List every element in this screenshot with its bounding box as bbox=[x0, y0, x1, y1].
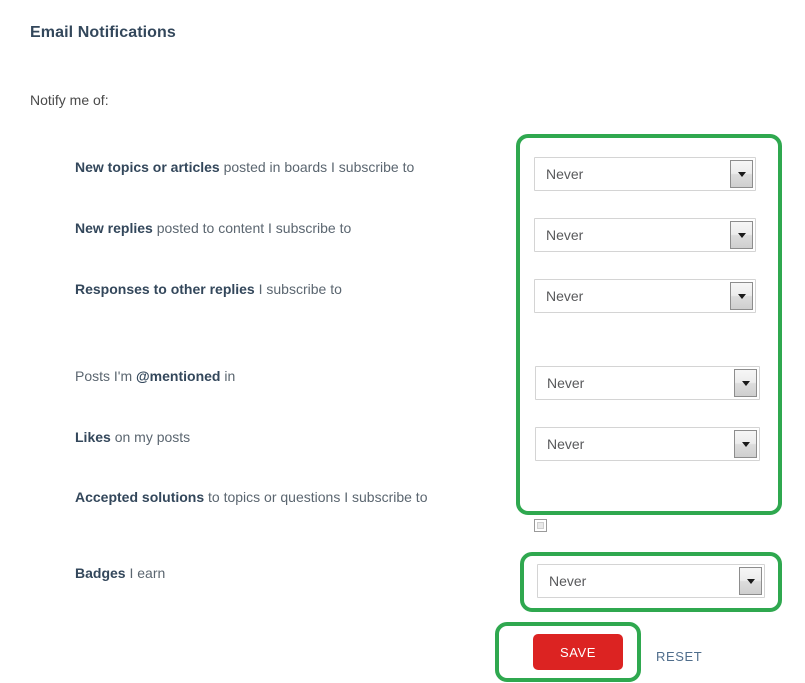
option-rest-text: to topics or questions I subscribe to bbox=[204, 489, 428, 505]
option-label-badges-i-earn: Badges I earn bbox=[75, 564, 165, 582]
select-new-replies[interactable]: Never bbox=[534, 218, 756, 252]
option-label-likes-on-my-posts: Likes on my posts bbox=[75, 428, 190, 446]
save-button[interactable]: SAVE bbox=[533, 634, 623, 670]
select-value: Never bbox=[547, 436, 585, 452]
option-lead-text: Posts I'm bbox=[75, 368, 137, 384]
option-rest-text: posted in boards I subscribe to bbox=[219, 159, 415, 175]
option-rest-text: I subscribe to bbox=[254, 281, 342, 297]
select-badges-i-earn[interactable]: Never bbox=[537, 564, 765, 598]
option-label-accepted-solutions: Accepted solutions to topics or question… bbox=[75, 488, 427, 506]
select-posts-im-mentioned-in[interactable]: Never bbox=[535, 366, 760, 400]
select-value: Never bbox=[546, 288, 584, 304]
option-rest-text: on my posts bbox=[110, 429, 191, 445]
select-value: Never bbox=[546, 227, 584, 243]
option-strong-text: Responses to other replies bbox=[75, 281, 255, 297]
chevron-down-icon[interactable] bbox=[739, 567, 762, 595]
option-strong-text: @mentioned bbox=[136, 368, 221, 384]
select-value: Never bbox=[549, 573, 587, 589]
chevron-down-icon[interactable] bbox=[734, 430, 757, 458]
checkbox-accepted-solutions[interactable] bbox=[534, 519, 547, 532]
notify-me-of-label: Notify me of: bbox=[30, 92, 109, 108]
option-rest-text: I earn bbox=[125, 565, 166, 581]
reset-link[interactable]: RESET bbox=[656, 649, 702, 664]
option-rest-text: in bbox=[220, 368, 236, 384]
option-label-responses-to-other-replies: Responses to other replies I subscribe t… bbox=[75, 280, 342, 298]
option-strong-text: Badges bbox=[75, 565, 126, 581]
option-rest-text: posted to content I subscribe to bbox=[152, 220, 352, 236]
option-label-posts-im-mentioned-in: Posts I'm @mentioned in bbox=[75, 367, 235, 385]
chevron-down-icon[interactable] bbox=[730, 160, 753, 188]
option-label-new-topics-or-articles: New topics or articles posted in boards … bbox=[75, 158, 414, 176]
email-notifications-page: Email Notifications Notify me of: New to… bbox=[0, 0, 805, 683]
chevron-down-icon[interactable] bbox=[730, 282, 753, 310]
option-label-new-replies: New replies posted to content I subscrib… bbox=[75, 219, 351, 237]
chevron-down-icon[interactable] bbox=[730, 221, 753, 249]
select-new-topics-or-articles[interactable]: Never bbox=[534, 157, 756, 191]
select-value: Never bbox=[546, 166, 584, 182]
select-value: Never bbox=[547, 375, 585, 391]
page-title: Email Notifications bbox=[30, 24, 176, 41]
option-strong-text: Accepted solutions bbox=[75, 489, 205, 505]
select-responses-to-other-replies[interactable]: Never bbox=[534, 279, 756, 313]
select-likes-on-my-posts[interactable]: Never bbox=[535, 427, 760, 461]
chevron-down-icon[interactable] bbox=[734, 369, 757, 397]
option-strong-text: Likes bbox=[75, 429, 111, 445]
option-strong-text: New topics or articles bbox=[75, 159, 220, 175]
option-strong-text: New replies bbox=[75, 220, 153, 236]
